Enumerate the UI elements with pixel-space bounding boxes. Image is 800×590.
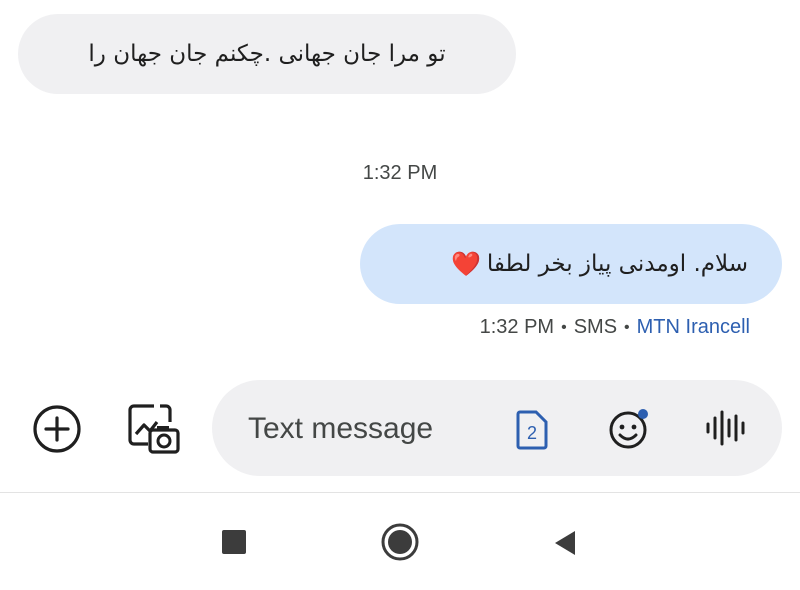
add-attachment-button[interactable] <box>30 402 84 456</box>
nav-home-button[interactable] <box>380 522 420 562</box>
nav-recents-button[interactable] <box>220 528 248 556</box>
nav-divider <box>0 492 800 493</box>
message-input[interactable] <box>246 404 490 454</box>
emoji-button[interactable] <box>606 406 652 452</box>
square-icon <box>222 530 246 554</box>
sent-message-bubble[interactable]: سلام. اومدنی پیاز بخر لطفا ❤️ <box>360 224 782 304</box>
status-time: 1:32 PM <box>479 316 555 338</box>
add-circle-icon <box>33 405 81 453</box>
sim-number: 2 <box>527 423 537 443</box>
nav-back-button[interactable] <box>550 528 578 558</box>
gallery-button[interactable] <box>124 400 184 460</box>
emoji-icon <box>609 409 648 449</box>
sim-card-icon: 2 <box>516 410 548 450</box>
status-carrier: MTN Irancell <box>636 316 750 338</box>
status-separator-2: • <box>624 318 630 336</box>
gallery-camera-icon <box>128 404 180 454</box>
sim-selector-button[interactable]: 2 <box>512 410 550 450</box>
message-timestamp: 1:32 PM <box>362 162 438 184</box>
circle-icon <box>381 523 419 561</box>
compose-bar: 2 <box>212 380 782 476</box>
received-message-text: تو مرا جان جهانی .چکنم جان جهان را <box>88 41 446 67</box>
received-message-bubble[interactable]: تو مرا جان جهانی .چکنم جان جهان را <box>18 14 516 94</box>
message-status: 1:32 PM • SMS • MTN Irancell <box>480 316 750 339</box>
triangle-back-icon <box>555 531 575 555</box>
heart-emoji: ❤️ <box>450 250 481 278</box>
voice-message-button[interactable] <box>704 408 748 448</box>
status-separator: • <box>561 318 567 336</box>
sent-message-text: سلام. اومدنی پیاز بخر لطفا <box>486 251 748 277</box>
voice-waveform-icon <box>706 410 745 446</box>
status-type: SMS <box>573 316 618 338</box>
